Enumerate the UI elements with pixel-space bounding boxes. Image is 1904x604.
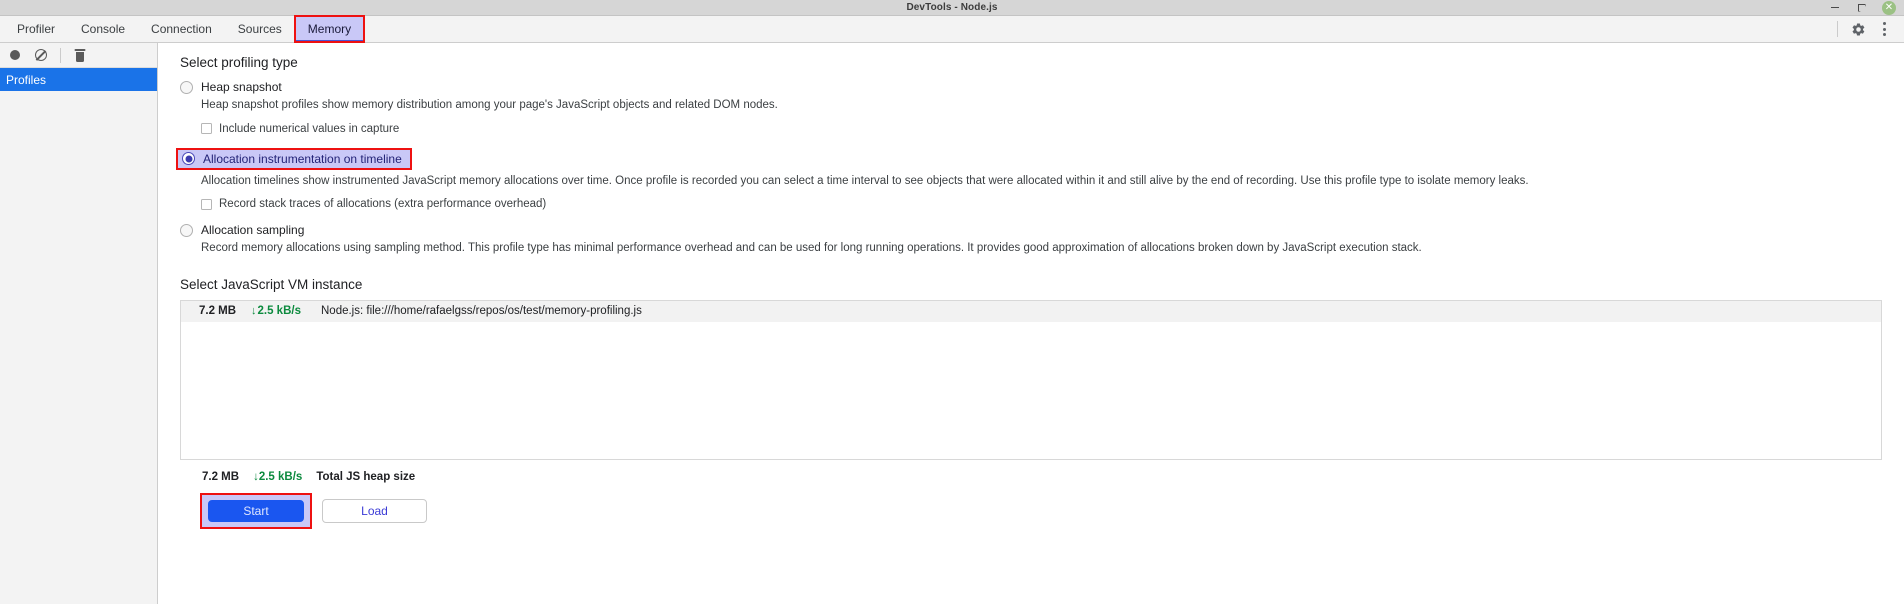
profiling-type-heading: Select profiling type [180, 55, 298, 70]
checkbox-record-stack-traces[interactable] [201, 198, 212, 210]
title-bar: DevTools - Node.js ✕ [0, 0, 1904, 16]
vm-list-empty-area [181, 321, 1881, 459]
allocation-sampling-description: Record memory allocations using sampling… [201, 242, 1422, 255]
vm-heap-rate: ↓ 2.5 kB/s [251, 305, 321, 317]
heap-snapshot-description: Heap snapshot profiles show memory distr… [201, 99, 778, 111]
down-arrow-icon: ↓ [251, 305, 257, 318]
tab-console[interactable]: Console [68, 16, 138, 42]
tab-bar-actions [1831, 16, 1904, 42]
radio-heap-snapshot[interactable] [180, 80, 193, 94]
tab-bar: Profiler Console Connection Sources Memo… [0, 15, 1904, 43]
vm-rate-value: 2.5 kB/s [257, 305, 301, 318]
allocation-instrumentation-description: Allocation timelines show instrumented J… [201, 174, 1529, 187]
tab-memory[interactable]: Memory [293, 15, 366, 43]
action-buttons: Start Load [200, 492, 1904, 529]
heap-snapshot-radio-row[interactable]: Heap snapshot [180, 80, 1904, 94]
main-panel: Select profiling type Heap snapshot Heap… [158, 43, 1904, 604]
radio-allocation-sampling[interactable] [180, 223, 193, 237]
divider [1837, 21, 1838, 37]
checkbox-include-numerical-values[interactable] [201, 123, 212, 135]
tab-sources[interactable]: Sources [225, 16, 295, 42]
allocation-sampling-radio-row[interactable]: Allocation sampling [180, 223, 1904, 237]
profiling-option-allocation-instrumentation: Allocation instrumentation on timeline A… [176, 147, 1904, 210]
tab-label: Console [81, 22, 126, 36]
profiling-option-heap-snapshot: Heap snapshot Heap snapshot profiles sho… [180, 80, 1904, 135]
no-entry-icon[interactable] [30, 44, 52, 66]
radio-allocation-instrumentation[interactable] [182, 152, 195, 166]
allocation-instrumentation-radio-row[interactable]: Allocation instrumentation on timeline [176, 147, 412, 170]
sidebar: Profiles [0, 43, 158, 604]
minimize-button[interactable] [1828, 1, 1841, 14]
profiling-option-allocation-sampling: Allocation sampling Record memory alloca… [180, 223, 1904, 257]
tab-label: Connection [151, 22, 212, 36]
devtools-window: DevTools - Node.js ✕ Profiler Console Co… [0, 0, 1904, 604]
sidebar-item-profiles[interactable]: Profiles [0, 68, 157, 91]
vm-instance-heading: Select JavaScript VM instance [180, 276, 363, 292]
gear-icon[interactable] [1846, 17, 1870, 41]
tab-profiler[interactable]: Profiler [4, 16, 68, 42]
tab-connection[interactable]: Connection [138, 16, 225, 42]
divider [60, 47, 61, 63]
option-label: Heap snapshot [201, 80, 282, 94]
start-button[interactable]: Start [208, 499, 304, 522]
vm-heap-size: 7.2 MB [199, 305, 237, 318]
vm-instance-row[interactable]: 7.2 MB ↓ 2.5 kB/s Node.js: file:///home/r… [181, 300, 1881, 322]
maximize-button[interactable] [1855, 1, 1868, 14]
record-icon[interactable] [4, 44, 26, 66]
record-stack-traces-row[interactable]: Record stack traces of allocations (extr… [201, 198, 1904, 210]
load-button[interactable]: Load [322, 498, 427, 523]
body: Profiles Select profiling type Heap snap… [0, 43, 1904, 604]
sidebar-item-label: Profiles [6, 72, 47, 87]
tab-label: Sources [237, 22, 282, 36]
option-label: Allocation sampling [201, 223, 305, 238]
include-numerical-values-row[interactable]: Include numerical values in capture [201, 123, 1904, 135]
tab-label: Memory [307, 22, 352, 36]
start-button-highlight: Start [200, 492, 312, 529]
close-button[interactable]: ✕ [1882, 0, 1896, 15]
vm-instance-list[interactable]: 7.2 MB ↓ 2.5 kB/s Node.js: file:///home/r… [180, 299, 1882, 460]
option-label: Allocation instrumentation on timeline [203, 151, 402, 166]
trash-icon[interactable] [69, 44, 91, 66]
sidebar-toolbar [0, 43, 157, 68]
total-heap-rate: ↓ 2.5 kB/s [253, 471, 302, 483]
heap-totals: 7.2 MB ↓ 2.5 kB/s Total JS heap size [202, 471, 1904, 483]
tab-label: Profiler [17, 22, 56, 36]
window-title: DevTools - Node.js [906, 2, 998, 13]
checkbox-label: Record stack traces of allocations (extr… [219, 198, 547, 211]
more-vertical-icon[interactable] [1872, 17, 1896, 41]
vm-instance-name: Node.js: file:///home/rafaelgss/repos/os… [321, 305, 642, 318]
checkbox-label: Include numerical values in capture [219, 122, 400, 135]
total-rate-value: 2.5 kB/s [258, 470, 303, 483]
tab-list: Profiler Console Connection Sources Memo… [0, 15, 366, 43]
total-heap-size: 7.2 MB [202, 470, 240, 483]
total-heap-label: Total JS heap size [316, 470, 416, 483]
window-controls: ✕ [1828, 0, 1904, 15]
